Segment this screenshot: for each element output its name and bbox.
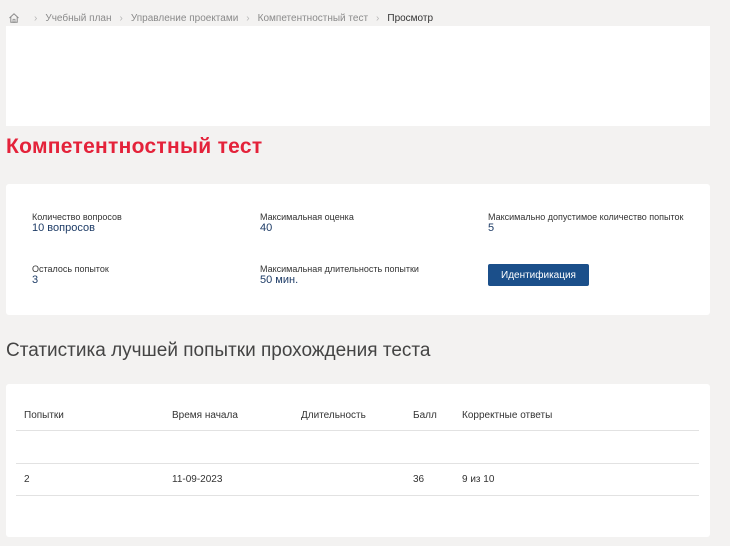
cell-score: 36 <box>413 474 425 485</box>
test-info-card: Количество вопросов 10 вопросов Максимал… <box>6 184 710 315</box>
max-attempts-value: 5 <box>488 222 495 234</box>
questions-count-value: 10 вопросов <box>32 222 95 234</box>
stats-card: Попытки Время начала Длительность Балл К… <box>6 384 710 537</box>
max-attempts-label: Максимально допустимое количество попыто… <box>488 212 684 222</box>
identification-button[interactable]: Идентификация <box>488 264 589 286</box>
column-header-correct-answers: Корректные ответы <box>462 410 553 421</box>
column-header-start-time: Время начала <box>172 410 238 421</box>
cell-attempts: 2 <box>24 474 30 485</box>
max-duration-block: Максимальная длительность попытки 50 мин… <box>260 264 450 286</box>
home-icon[interactable] <box>8 12 20 24</box>
row-divider <box>16 495 699 496</box>
max-score-value: 40 <box>260 222 273 234</box>
breadcrumb-item-curriculum[interactable]: Учебный план <box>45 13 111 24</box>
chevron-right-icon: › <box>119 12 123 24</box>
max-duration-value: 50 мин. <box>260 274 299 286</box>
remaining-attempts-value: 3 <box>32 274 39 286</box>
max-score-label: Максимальная оценка <box>260 212 354 222</box>
stats-heading: Статистика лучшей попытки прохождения те… <box>6 340 431 361</box>
questions-count-block: Количество вопросов 10 вопросов <box>32 212 222 234</box>
column-header-score: Балл <box>413 410 437 421</box>
breadcrumb: › Учебный план › Управление проектами › … <box>8 11 433 25</box>
header-divider <box>16 430 699 431</box>
banner-area <box>6 26 710 126</box>
breadcrumb-item-project-management[interactable]: Управление проектами <box>131 13 238 24</box>
remaining-attempts-label: Осталось попыток <box>32 264 109 274</box>
max-duration-label: Максимальная длительность попытки <box>260 264 419 274</box>
page-title: Компетентностный тест <box>6 135 263 158</box>
chevron-right-icon: › <box>376 12 380 24</box>
column-header-attempts: Попытки <box>24 410 64 421</box>
cell-start-time: 11-09-2023 <box>172 474 223 485</box>
questions-count-label: Количество вопросов <box>32 212 122 222</box>
cell-correct-answers: 9 из 10 <box>462 474 495 485</box>
max-score-block: Максимальная оценка 40 <box>260 212 450 234</box>
chevron-right-icon: › <box>246 12 250 24</box>
remaining-attempts-block: Осталось попыток 3 <box>32 264 222 286</box>
row-divider <box>16 463 699 464</box>
column-header-duration: Длительность <box>301 410 366 421</box>
max-attempts-block: Максимально допустимое количество попыто… <box>488 212 688 234</box>
breadcrumb-current: Просмотр <box>387 12 434 24</box>
breadcrumb-item-competency-test[interactable]: Компетентностный тест <box>258 13 368 24</box>
chevron-right-icon: › <box>34 12 38 24</box>
